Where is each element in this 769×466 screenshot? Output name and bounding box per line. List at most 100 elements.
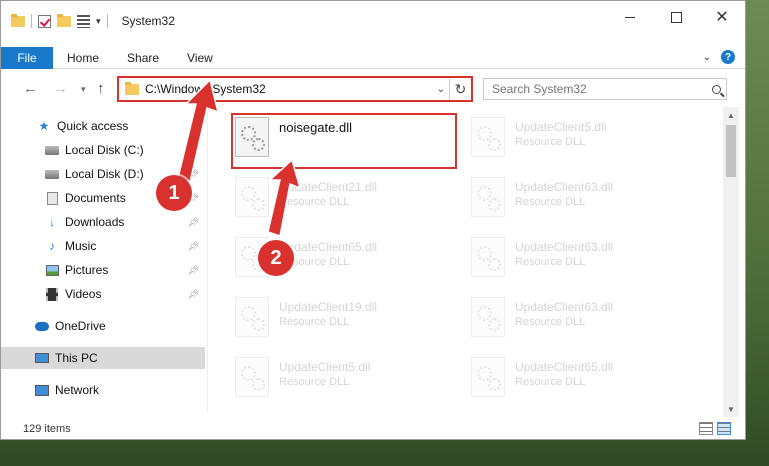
item-count: 129 items bbox=[23, 423, 71, 435]
tab-view[interactable]: View bbox=[173, 51, 227, 65]
sidebar-item-label: Music bbox=[65, 239, 97, 253]
dll-file-icon bbox=[471, 237, 505, 277]
details-view-icon[interactable] bbox=[699, 422, 713, 435]
star-icon: ★ bbox=[38, 119, 50, 133]
status-bar: 129 items bbox=[1, 419, 745, 439]
window-controls: ✕ bbox=[607, 1, 745, 33]
customize-toolbar-chevron-icon[interactable]: ▾ bbox=[96, 16, 101, 27]
address-folder-icon bbox=[125, 81, 139, 95]
pin-icon[interactable]: 📌︎ bbox=[188, 217, 199, 228]
step-1-badge: 1 bbox=[156, 175, 192, 211]
address-dropdown-chevron-icon[interactable]: ⌄ bbox=[433, 84, 449, 95]
vertical-scrollbar[interactable]: ▲ ▼ bbox=[723, 107, 739, 417]
list-item[interactable]: UpdateClient5.dll Resource DLL bbox=[235, 353, 465, 403]
maximize-button[interactable] bbox=[653, 1, 699, 33]
file-name: UpdateClient21.dll bbox=[279, 180, 378, 194]
sidebar-item-quick-access[interactable]: ★ Quick access bbox=[1, 115, 205, 137]
title-bar: ▾ System32 ✕ bbox=[1, 1, 745, 41]
file-type: Resource DLL bbox=[515, 316, 586, 328]
search-icon[interactable] bbox=[706, 84, 726, 94]
pin-icon[interactable]: 📌︎ bbox=[188, 145, 199, 156]
refresh-icon[interactable]: ↻ bbox=[449, 78, 471, 100]
expand-ribbon-chevron-icon[interactable]: ⌄ bbox=[703, 52, 711, 63]
sidebar-item-label: Network bbox=[55, 383, 100, 397]
window-title: System32 bbox=[121, 14, 175, 28]
forward-arrow-icon[interactable]: → bbox=[53, 80, 68, 97]
folder-icon bbox=[11, 13, 25, 27]
dll-file-icon bbox=[235, 117, 269, 157]
scroll-up-arrow-icon[interactable]: ▲ bbox=[723, 107, 739, 123]
file-name: UpdateClient19.dll bbox=[279, 300, 378, 314]
back-arrow-icon[interactable]: ← bbox=[23, 80, 38, 97]
sidebar-item-network[interactable]: Network bbox=[1, 379, 205, 401]
sidebar-item-label: Quick access bbox=[57, 119, 129, 133]
dll-file-icon bbox=[471, 177, 505, 217]
up-arrow-icon[interactable]: ↑ bbox=[97, 80, 105, 97]
pane-divider[interactable] bbox=[207, 109, 208, 413]
film-icon bbox=[45, 287, 59, 301]
pin-icon[interactable]: 📌︎ bbox=[188, 265, 199, 276]
dll-file-icon bbox=[471, 357, 505, 397]
new-folder-icon[interactable] bbox=[57, 13, 71, 27]
scroll-thumb[interactable] bbox=[726, 125, 736, 177]
properties-check-icon[interactable] bbox=[38, 14, 51, 28]
list-item[interactable]: UpdateClient65.dll Resource DLL bbox=[471, 353, 701, 403]
sidebar-item-this-pc[interactable]: This PC bbox=[1, 347, 205, 369]
file-name: noisegate.dll bbox=[279, 120, 352, 135]
download-arrow-icon: ↓ bbox=[49, 215, 55, 229]
properties-list-icon[interactable] bbox=[77, 14, 90, 28]
list-item[interactable]: UpdateClient5.dll Resource DLL bbox=[471, 113, 701, 163]
sidebar-item-pictures[interactable]: Pictures 📌︎ bbox=[1, 259, 205, 281]
list-item[interactable]: UpdateClient21.dll Resource DLL bbox=[235, 173, 465, 223]
file-name: UpdateClient5.dll bbox=[279, 360, 371, 374]
dll-file-icon bbox=[235, 177, 269, 217]
file-name: UpdateClient63.dll bbox=[515, 300, 614, 314]
drive-icon bbox=[45, 167, 59, 181]
list-item[interactable]: UpdateClient63.dll Resource DLL bbox=[471, 293, 701, 343]
file-name: UpdateClient65.dll bbox=[515, 360, 614, 374]
toolbar-separator bbox=[31, 14, 32, 28]
file-type: Resource DLL bbox=[515, 376, 586, 388]
search-input[interactable] bbox=[484, 82, 706, 96]
file-name: UpdateClient63.dll bbox=[515, 180, 614, 194]
file-list: noisegate.dll UpdateClient5.dll Resource … bbox=[227, 109, 723, 409]
search-box[interactable] bbox=[483, 78, 727, 100]
help-icon[interactable]: ? bbox=[721, 50, 735, 64]
sidebar-item-downloads[interactable]: ↓ Downloads 📌︎ bbox=[1, 211, 205, 233]
sidebar-item-label: OneDrive bbox=[55, 319, 106, 333]
close-button[interactable]: ✕ bbox=[699, 1, 745, 33]
scroll-down-arrow-icon[interactable]: ▼ bbox=[723, 401, 739, 417]
navigation-pane: ★ Quick access Local Disk (C:) 📌︎ Local … bbox=[1, 109, 207, 409]
pin-icon[interactable]: 📌︎ bbox=[188, 289, 199, 300]
tab-file[interactable]: File bbox=[1, 46, 53, 69]
dll-file-icon bbox=[471, 297, 505, 337]
cloud-icon bbox=[35, 319, 49, 333]
address-bar[interactable]: C:\Windows\System32 ⌄ ↻ bbox=[117, 76, 473, 102]
list-item[interactable]: UpdateClient63.dll Resource DLL bbox=[471, 173, 701, 223]
dll-file-icon bbox=[235, 297, 269, 337]
pin-icon[interactable]: 📌︎ bbox=[188, 241, 199, 252]
address-path[interactable]: C:\Windows\System32 bbox=[145, 82, 433, 96]
file-type: Resource DLL bbox=[515, 196, 586, 208]
large-icons-view-icon[interactable] bbox=[717, 422, 731, 435]
sidebar-item-music[interactable]: ♪ Music 📌︎ bbox=[1, 235, 205, 257]
minimize-button[interactable] bbox=[607, 1, 653, 33]
drive-icon bbox=[45, 143, 59, 157]
sidebar-item-videos[interactable]: Videos 📌︎ bbox=[1, 283, 205, 305]
pictures-icon bbox=[45, 263, 59, 277]
sidebar-item-local-disk-c[interactable]: Local Disk (C:) 📌︎ bbox=[1, 139, 205, 161]
sidebar-item-label: Local Disk (D:) bbox=[65, 167, 144, 181]
file-type: Resource DLL bbox=[515, 256, 586, 268]
list-item[interactable]: UpdateClient63.dll Resource DLL bbox=[471, 233, 701, 283]
file-item-noisegate[interactable]: noisegate.dll bbox=[235, 113, 465, 163]
toolbar-separator bbox=[106, 14, 108, 28]
list-item[interactable]: UpdateClient19.dll Resource DLL bbox=[235, 293, 465, 343]
tab-share[interactable]: Share bbox=[113, 51, 173, 65]
explorer-window: ▾ System32 ✕ File Home Share View ⌄ ? ← … bbox=[0, 0, 746, 440]
pin-icon[interactable]: 📌︎ bbox=[188, 169, 199, 180]
sidebar-item-onedrive[interactable]: OneDrive bbox=[1, 315, 205, 337]
tab-home[interactable]: Home bbox=[53, 51, 113, 65]
file-name: UpdateClient5.dll bbox=[515, 120, 607, 134]
ribbon-tabs: File Home Share View ⌄ ? bbox=[1, 46, 745, 69]
recent-locations-chevron-icon[interactable]: ▾ bbox=[81, 84, 86, 95]
